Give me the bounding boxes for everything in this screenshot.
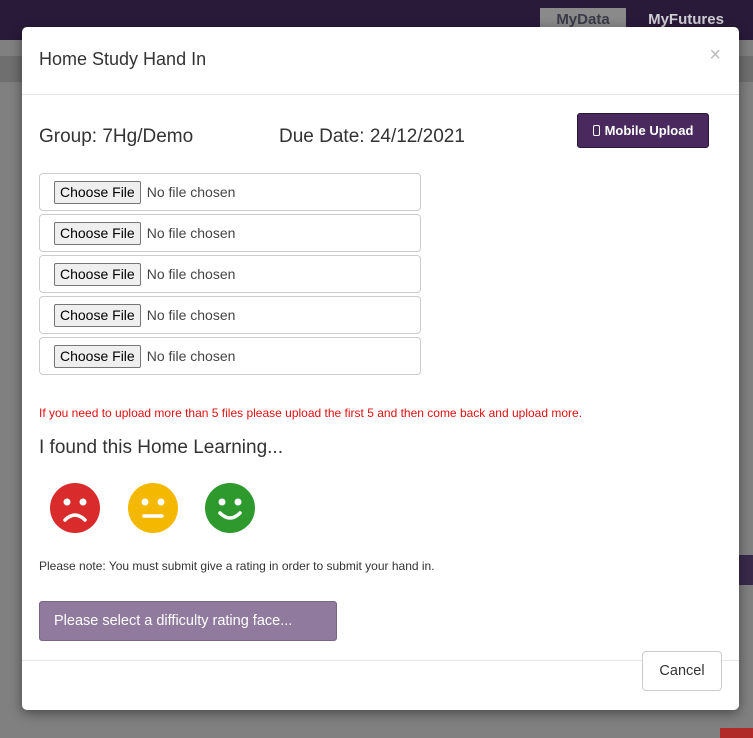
file-input-4[interactable]: Choose File No file chosen bbox=[39, 296, 421, 334]
rating-required-note: Please note: You must submit give a rati… bbox=[39, 559, 435, 573]
mobile-upload-label: Mobile Upload bbox=[604, 123, 694, 138]
file-input-5[interactable]: Choose File No file chosen bbox=[39, 337, 421, 375]
modal-title: Home Study Hand In bbox=[39, 49, 207, 69]
file-status: No file chosen bbox=[146, 266, 236, 282]
file-status: No file chosen bbox=[146, 307, 236, 323]
group-label: Group: 7Hg/Demo bbox=[39, 126, 194, 147]
choose-file-button[interactable]: Choose File bbox=[54, 303, 141, 327]
file-input-1[interactable]: Choose File No file chosen bbox=[39, 173, 421, 211]
mobile-phone-icon bbox=[592, 125, 600, 136]
modal-header: Home Study Hand In × bbox=[22, 27, 739, 95]
submit-button[interactable]: Please select a difficulty rating face..… bbox=[39, 601, 337, 641]
file-input-2[interactable]: Choose File No file chosen bbox=[39, 214, 421, 252]
file-status: No file chosen bbox=[146, 225, 236, 241]
choose-file-button[interactable]: Choose File bbox=[54, 262, 141, 286]
modal-footer-divider bbox=[22, 660, 739, 661]
cancel-button[interactable]: Cancel bbox=[642, 651, 722, 691]
upload-limit-warning: If you need to upload more than 5 files … bbox=[39, 406, 583, 420]
file-input-3[interactable]: Choose File No file chosen bbox=[39, 255, 421, 293]
sad-face-icon[interactable] bbox=[50, 483, 100, 533]
app-footer-fragment bbox=[720, 728, 753, 738]
choose-file-button[interactable]: Choose File bbox=[54, 180, 141, 204]
choose-file-button[interactable]: Choose File bbox=[54, 221, 141, 245]
due-date-label: Due Date: 24/12/2021 bbox=[279, 126, 465, 147]
file-status: No file chosen bbox=[146, 184, 236, 200]
rating-heading: I found this Home Learning... bbox=[39, 437, 283, 458]
mobile-upload-button[interactable]: Mobile Upload bbox=[577, 113, 709, 148]
close-button[interactable]: × bbox=[709, 45, 721, 65]
choose-file-button[interactable]: Choose File bbox=[54, 344, 141, 368]
neutral-face-icon[interactable] bbox=[128, 483, 178, 533]
app-table-header-fragment bbox=[738, 555, 753, 585]
home-study-modal: Home Study Hand In × Group: 7Hg/Demo Due… bbox=[22, 27, 739, 710]
file-status: No file chosen bbox=[146, 348, 236, 364]
happy-face-icon[interactable] bbox=[205, 483, 255, 533]
